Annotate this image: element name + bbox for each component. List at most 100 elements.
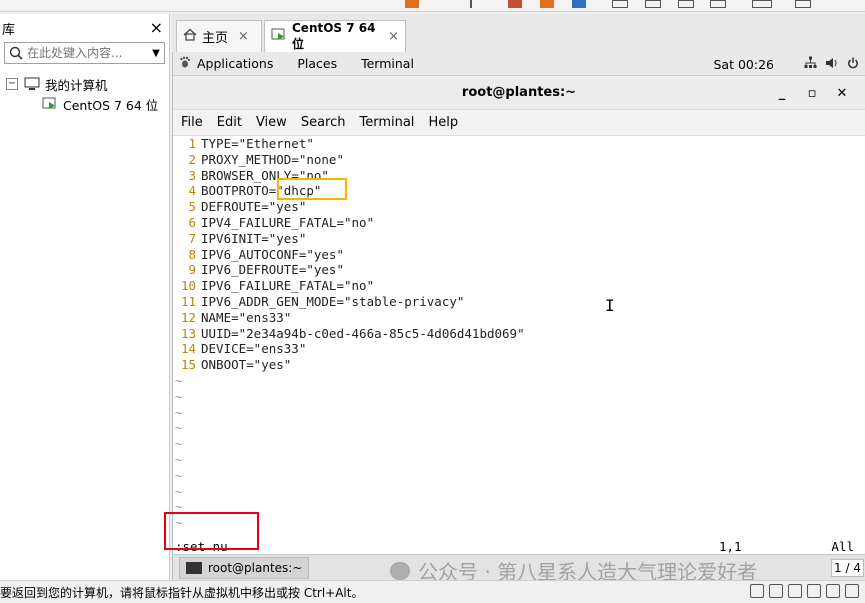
empty-line-marker: ~	[175, 483, 183, 499]
computer-icon	[24, 77, 40, 91]
manage-icon[interactable]	[572, 0, 586, 8]
arrow-down-icon[interactable]	[470, 0, 480, 8]
tab-home[interactable]: 主页 ×	[176, 20, 262, 52]
host-toolbar	[0, 0, 865, 12]
display-icon[interactable]	[826, 584, 840, 598]
menu-terminal[interactable]: Terminal	[359, 115, 414, 130]
home-icon	[183, 28, 197, 45]
library-search[interactable]: ▼	[4, 42, 165, 64]
editor-line: 8 IPV6_AUTOCONF="yes"	[188, 246, 344, 262]
tab-centos[interactable]: CentOS 7 64 位 ×	[264, 20, 406, 52]
editor-line: 5 DEFROUTE="yes"	[188, 199, 307, 215]
highlight-box-bootproto	[277, 178, 347, 200]
scroll-indicator: All	[831, 538, 854, 554]
vm-tree: − 我的计算机 CentOS 7 64 位	[0, 74, 169, 114]
terminal-icon	[186, 561, 202, 574]
tree-item-label: CentOS 7 64 位	[63, 97, 159, 113]
cursor-position: 1,1	[719, 538, 742, 554]
workspace-indicator[interactable]: 1 / 4	[831, 558, 864, 577]
close-icon[interactable]: ×	[238, 29, 249, 44]
terminal-titlebar: root@plantes:~ _ ▫ ✕	[173, 76, 865, 110]
collapse-icon[interactable]: −	[6, 78, 18, 90]
library-search-input[interactable]	[27, 46, 148, 60]
library-header: 库 ×	[0, 14, 169, 42]
network-adapter-icon[interactable]	[769, 584, 783, 598]
vim-command-line[interactable]: :set nu 1,1 All	[173, 536, 865, 556]
gnome-foot-icon	[179, 56, 191, 71]
tab-bar: 主页 × CentOS 7 64 位 ×	[172, 14, 865, 52]
library-icon[interactable]	[795, 0, 811, 8]
console-icon[interactable]	[752, 0, 772, 8]
menu-search[interactable]: Search	[301, 115, 346, 130]
device-icons	[745, 584, 859, 598]
tree-item-label: 我的计算机	[45, 77, 108, 93]
vm-display[interactable]: Applications Places Terminal Sat 00:26 r…	[164, 52, 865, 580]
snapshot-icon[interactable]	[508, 0, 522, 8]
usb-icon[interactable]	[788, 584, 802, 598]
printer-icon[interactable]	[845, 584, 859, 598]
editor-line: 14 DEVICE="ens33"	[180, 341, 307, 357]
close-icon[interactable]: ×	[388, 29, 399, 44]
editor-line: 9 IPV6_DEFROUTE="yes"	[188, 262, 344, 278]
editor-line: 11 IPV6_ADDR_GEN_MODE="stable-privacy"	[180, 293, 465, 309]
highlight-box-command	[164, 512, 259, 550]
terminal-title: root@plantes:~	[461, 85, 577, 100]
power-icon[interactable]	[847, 57, 859, 72]
library-panel: 库 × ▼ − 我的计算机 CentOS 7 64 位	[0, 14, 170, 580]
gnome-menu-places[interactable]: Places	[297, 56, 337, 71]
empty-line-marker: ~	[175, 372, 183, 388]
empty-line-marker: ~	[175, 451, 183, 467]
stretch-icon[interactable]	[710, 0, 726, 8]
vm-running-icon	[42, 97, 58, 111]
tree-item-my-computer[interactable]: − 我的计算机	[6, 74, 169, 94]
pause-icon[interactable]	[405, 0, 419, 8]
chevron-down-icon[interactable]: ▼	[148, 48, 164, 59]
menu-file[interactable]: File	[181, 115, 203, 130]
tab-label: CentOS 7 64 位	[292, 21, 376, 51]
editor-line: 2 PROXY_METHOD="none"	[188, 151, 344, 167]
vim-editor[interactable]: 1 TYPE="Ethernet" 2 PROXY_METHOD="none" 3B…	[173, 136, 865, 554]
gnome-menu-applications[interactable]: Applications	[179, 56, 273, 71]
wechat-icon	[390, 561, 410, 580]
tab-label: 主页	[202, 31, 229, 46]
disk-icon[interactable]	[750, 584, 764, 598]
empty-line-marker: ~	[175, 420, 183, 436]
clock[interactable]: Sat 00:26	[714, 57, 775, 72]
sound-icon[interactable]	[807, 584, 821, 598]
taskbar-item-terminal[interactable]: root@plantes:~	[179, 556, 310, 579]
menu-view[interactable]: View	[256, 115, 287, 130]
empty-line-marker: ~	[175, 515, 183, 531]
maximize-icon[interactable]: ▫	[797, 86, 827, 101]
close-icon[interactable]: ✕	[827, 86, 857, 101]
library-title: 库	[2, 22, 16, 38]
empty-line-marker: ~	[175, 499, 183, 515]
network-icon[interactable]	[804, 56, 817, 72]
editor-line: 7 IPV6INIT="yes"	[188, 230, 307, 246]
editor-line: 12 NAME="ens33"	[180, 309, 292, 325]
editor-line: 10 IPV6_FAILURE_FATAL="no"	[180, 278, 375, 294]
status-message: 要返回到您的计算机，请将鼠标指针从虚拟机中移出或按 Ctrl+Alt。	[0, 585, 364, 600]
search-icon	[5, 46, 27, 60]
tree-item-centos-vm[interactable]: CentOS 7 64 位	[6, 94, 169, 114]
vmware-window: 库 × ▼ − 我的计算机 CentOS 7 64 位	[0, 0, 865, 603]
close-icon[interactable]: ×	[150, 20, 163, 36]
menu-edit[interactable]: Edit	[217, 115, 242, 130]
empty-line-marker: ~	[175, 467, 183, 483]
minimize-icon[interactable]: _	[767, 86, 797, 101]
editor-line: 6 IPV4_FAILURE_FATAL="no"	[188, 214, 375, 230]
menu-help[interactable]: Help	[428, 115, 458, 130]
empty-line-marker: ~	[175, 404, 183, 420]
view-icon[interactable]	[612, 0, 628, 8]
editor-line: 13 UUID="2e34a94b-c0ed-466a-85c5-4d06d41b…	[180, 325, 525, 341]
empty-line-marker: ~	[175, 436, 183, 452]
gnome-menu-terminal[interactable]: Terminal	[361, 56, 414, 71]
vm-running-icon	[271, 28, 287, 46]
status-bar: 要返回到您的计算机，请将鼠标指针从虚拟机中移出或按 Ctrl+Alt。	[0, 580, 865, 603]
revert-icon[interactable]	[540, 0, 554, 8]
fullscreen-icon[interactable]	[645, 0, 661, 8]
text-cursor-icon: I	[605, 296, 615, 315]
gnome-top-bar: Applications Places Terminal Sat 00:26	[173, 52, 865, 76]
volume-icon[interactable]	[825, 57, 839, 72]
window-controls: _ ▫ ✕	[767, 76, 857, 110]
unity-icon[interactable]	[678, 0, 694, 8]
